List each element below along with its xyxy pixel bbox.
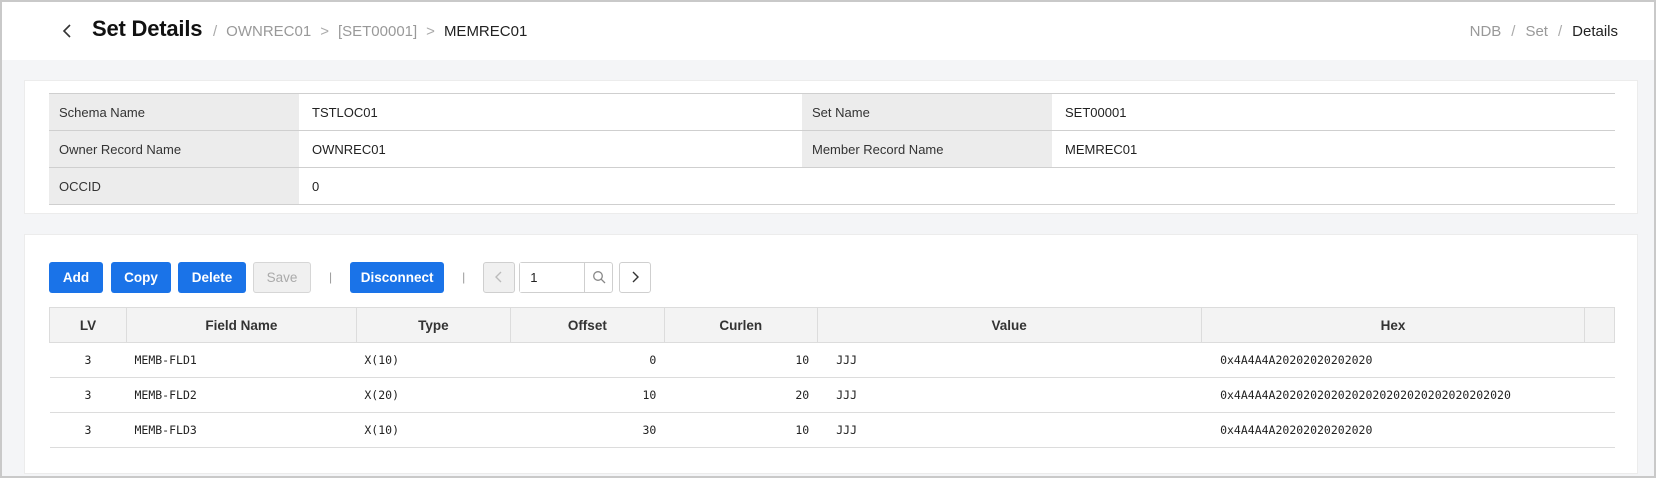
cell-value[interactable]: JJJ bbox=[817, 412, 1202, 448]
cell-field-name: MEMB-FLD2 bbox=[126, 377, 357, 413]
breadcrumb-separator: / bbox=[1511, 23, 1516, 40]
add-button[interactable]: Add bbox=[49, 261, 103, 293]
cell-offset: 10 bbox=[510, 377, 665, 413]
cell-hex: 0x4A4A4A20202020202020 bbox=[1201, 342, 1615, 378]
cell-type: X(10) bbox=[356, 412, 511, 448]
owner-record-name-label: Owner Record Name bbox=[49, 130, 299, 168]
cell-curlen: 10 bbox=[664, 342, 818, 378]
page-number-field bbox=[519, 261, 614, 293]
schema-name-value: TSTLOC01 bbox=[299, 93, 802, 131]
cell-type: X(10) bbox=[356, 342, 511, 378]
table-row[interactable]: 3 MEMB-FLD3 X(10) 30 10 JJJ 0x4A4A4A2020… bbox=[49, 412, 1615, 448]
toolbar-divider: | bbox=[329, 270, 333, 284]
cell-field-name: MEMB-FLD3 bbox=[126, 412, 357, 448]
breadcrumb-item-details: Details bbox=[1572, 23, 1618, 40]
column-header-filler bbox=[1584, 307, 1615, 343]
column-header-curlen[interactable]: Curlen bbox=[664, 307, 818, 343]
set-info-panel: Schema Name TSTLOC01 Set Name SET00001 O… bbox=[24, 80, 1638, 214]
member-record-name-value: MEMREC01 bbox=[1052, 130, 1615, 168]
path-separator: > bbox=[426, 23, 435, 40]
occid-label: OCCID bbox=[49, 167, 299, 205]
set-name-label: Set Name bbox=[802, 93, 1052, 131]
page-header: Set Details / OWNREC01 > [SET00001] > ME… bbox=[2, 2, 1654, 60]
prev-page-button[interactable] bbox=[483, 261, 516, 293]
cell-hex: 0x4A4A4A20202020202020202020202020202020… bbox=[1201, 377, 1615, 413]
cell-hex: 0x4A4A4A20202020202020 bbox=[1201, 412, 1615, 448]
cell-lv: 3 bbox=[49, 377, 127, 413]
path-member-record: MEMREC01 bbox=[443, 23, 528, 40]
path-separator: / bbox=[213, 23, 218, 40]
column-header-field-name[interactable]: Field Name bbox=[126, 307, 357, 343]
app-window: Set Details / OWNREC01 > [SET00001] > ME… bbox=[0, 0, 1656, 478]
grid-header-row: LV Field Name Type Offset Curlen Value H… bbox=[49, 307, 1615, 343]
cell-field-name: MEMB-FLD1 bbox=[126, 342, 357, 378]
save-button[interactable]: Save bbox=[253, 261, 311, 293]
column-header-type[interactable]: Type bbox=[356, 307, 511, 343]
fields-panel: Add Copy Delete Save | Disconnect | 1 LV… bbox=[24, 234, 1638, 474]
schema-name-label: Schema Name bbox=[49, 93, 299, 131]
path-set: [SET00001] bbox=[337, 23, 418, 40]
search-icon bbox=[592, 271, 606, 284]
next-page-button[interactable] bbox=[619, 261, 652, 293]
column-header-lv[interactable]: LV bbox=[49, 307, 127, 343]
record-path: / OWNREC01 > [SET00001] > MEMREC01 bbox=[204, 23, 527, 40]
cell-curlen: 20 bbox=[664, 377, 818, 413]
path-owner-record: OWNREC01 bbox=[226, 23, 312, 40]
info-row: Schema Name TSTLOC01 Set Name SET00001 bbox=[49, 93, 1615, 131]
cell-lv: 3 bbox=[49, 412, 127, 448]
set-name-value: SET00001 bbox=[1052, 93, 1615, 131]
info-row: Owner Record Name OWNREC01 Member Record… bbox=[49, 130, 1615, 168]
column-header-hex[interactable]: Hex bbox=[1201, 307, 1586, 343]
breadcrumb: NDB / Set / Details bbox=[1470, 23, 1618, 40]
breadcrumb-item-set[interactable]: Set bbox=[1525, 23, 1548, 40]
path-separator: > bbox=[320, 23, 329, 40]
cell-value[interactable]: JJJ bbox=[817, 342, 1202, 378]
occid-value: 0 bbox=[299, 167, 1615, 205]
disconnect-button[interactable]: Disconnect bbox=[350, 261, 445, 293]
table-row[interactable]: 3 MEMB-FLD1 X(10) 0 10 JJJ 0x4A4A4A20202… bbox=[49, 342, 1615, 378]
chevron-left-icon bbox=[62, 24, 71, 38]
back-button[interactable] bbox=[58, 21, 78, 41]
page-search-button[interactable] bbox=[584, 262, 612, 292]
member-record-name-label: Member Record Name bbox=[802, 130, 1052, 168]
cell-offset: 30 bbox=[510, 412, 665, 448]
set-info-table: Schema Name TSTLOC01 Set Name SET00001 O… bbox=[49, 93, 1615, 205]
grid-toolbar: Add Copy Delete Save | Disconnect | bbox=[49, 261, 652, 293]
cell-lv: 3 bbox=[49, 342, 127, 378]
table-row[interactable]: 3 MEMB-FLD2 X(20) 10 20 JJJ 0x4A4A4A2020… bbox=[49, 377, 1615, 413]
copy-button[interactable]: Copy bbox=[111, 261, 171, 293]
info-row: OCCID 0 bbox=[49, 167, 1615, 205]
toolbar-divider: | bbox=[462, 270, 466, 284]
page-number-input[interactable] bbox=[520, 262, 585, 292]
cell-offset: 0 bbox=[510, 342, 665, 378]
cell-value[interactable]: JJJ bbox=[817, 377, 1202, 413]
owner-record-name-value: OWNREC01 bbox=[299, 130, 802, 168]
breadcrumb-item-ndb[interactable]: NDB bbox=[1470, 23, 1502, 40]
page-title: Set Details bbox=[92, 16, 203, 41]
cell-curlen: 10 bbox=[664, 412, 818, 448]
column-header-offset[interactable]: Offset bbox=[510, 307, 665, 343]
chevron-right-icon bbox=[632, 271, 640, 283]
cell-type: X(20) bbox=[356, 377, 511, 413]
breadcrumb-separator: / bbox=[1557, 23, 1563, 40]
delete-button[interactable]: Delete bbox=[178, 261, 246, 293]
column-header-value[interactable]: Value bbox=[817, 307, 1202, 343]
chevron-left-icon bbox=[495, 271, 502, 283]
fields-grid: LV Field Name Type Offset Curlen Value H… bbox=[49, 307, 1615, 448]
